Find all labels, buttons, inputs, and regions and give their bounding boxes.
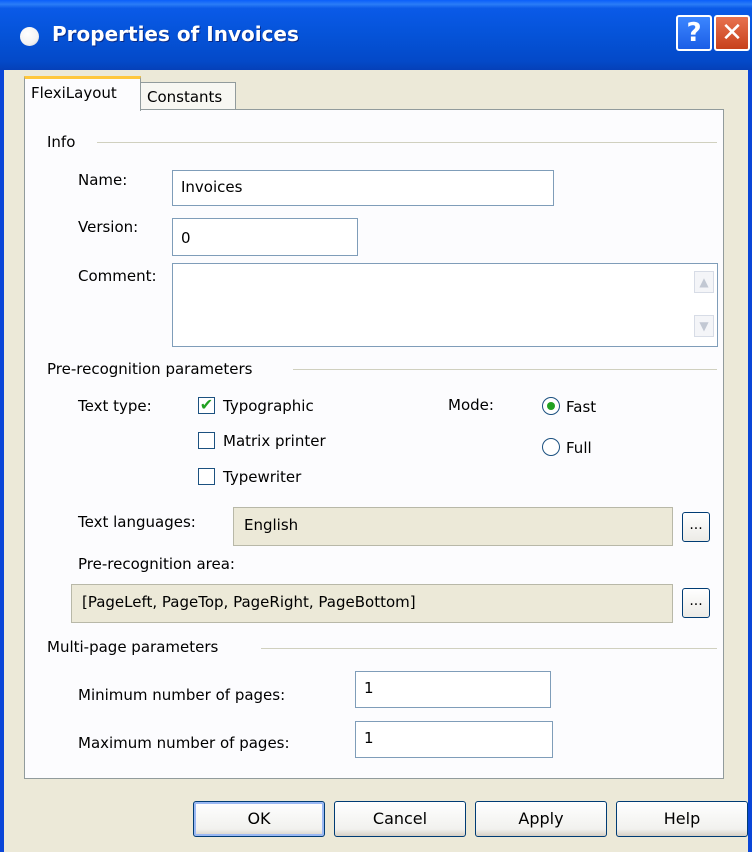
typographic-label: Typographic xyxy=(223,397,314,415)
name-input[interactable]: Invoices xyxy=(172,170,554,206)
apply-button[interactable]: Apply xyxy=(475,801,607,837)
info-divider xyxy=(97,142,717,143)
info-group-heading: Info xyxy=(47,133,76,151)
title-bar[interactable]: Properties of Invoices ? ✕ xyxy=(0,0,752,70)
typewriter-checkbox[interactable] xyxy=(198,468,215,485)
version-label: Version: xyxy=(78,218,139,236)
scroll-down-icon[interactable]: ▼ xyxy=(694,315,714,337)
mode-label: Mode: xyxy=(448,396,494,414)
name-label: Name: xyxy=(78,171,128,189)
help-button[interactable]: Help xyxy=(616,801,748,837)
close-title-button[interactable]: ✕ xyxy=(714,15,750,51)
prerecog-area-label: Pre-recognition area: xyxy=(78,555,235,573)
scroll-up-icon[interactable]: ▲ xyxy=(694,271,714,293)
full-radio[interactable] xyxy=(542,438,560,456)
matrix-printer-checkbox[interactable] xyxy=(198,432,215,449)
prerecog-divider xyxy=(293,369,717,370)
text-languages-label: Text languages: xyxy=(78,513,196,531)
window-icon xyxy=(20,27,39,46)
matrix-printer-label: Matrix printer xyxy=(223,432,326,450)
max-pages-input[interactable]: 1 xyxy=(355,721,553,758)
min-pages-input[interactable]: 1 xyxy=(355,671,551,708)
help-title-button[interactable]: ? xyxy=(676,15,712,51)
prerecog-area-browse-button[interactable]: ... xyxy=(682,588,710,618)
prerecog-group-heading: Pre-recognition parameters xyxy=(47,360,253,378)
window-title: Properties of Invoices xyxy=(52,22,299,46)
comment-textarea[interactable] xyxy=(172,263,718,347)
comment-label: Comment: xyxy=(78,267,157,285)
multipage-divider xyxy=(261,648,717,649)
max-pages-label: Maximum number of pages: xyxy=(78,734,290,752)
fast-radio[interactable] xyxy=(542,397,560,415)
text-type-label: Text type: xyxy=(78,397,152,415)
tab-flexilayout[interactable]: FlexiLayout xyxy=(24,76,141,111)
min-pages-label: Minimum number of pages: xyxy=(78,686,286,704)
ok-button[interactable]: OK xyxy=(193,801,325,837)
prerecog-area-field[interactable]: [PageLeft, PageTop, PageRight, PageBotto… xyxy=(71,584,673,623)
fast-radio-label: Fast xyxy=(566,398,597,416)
text-languages-field[interactable]: English xyxy=(233,507,673,546)
cancel-button[interactable]: Cancel xyxy=(334,801,466,837)
version-input[interactable]: 0 xyxy=(172,218,358,256)
multipage-group-heading: Multi-page parameters xyxy=(47,638,219,656)
tab-constants[interactable]: Constants xyxy=(140,82,236,110)
typographic-checkbox[interactable]: ✔ xyxy=(198,397,215,414)
full-radio-label: Full xyxy=(566,439,592,457)
tab-panel: Info Name: Invoices Version: 0 Comment: … xyxy=(24,109,724,779)
text-languages-browse-button[interactable]: ... xyxy=(682,512,710,542)
typewriter-label: Typewriter xyxy=(223,468,302,486)
